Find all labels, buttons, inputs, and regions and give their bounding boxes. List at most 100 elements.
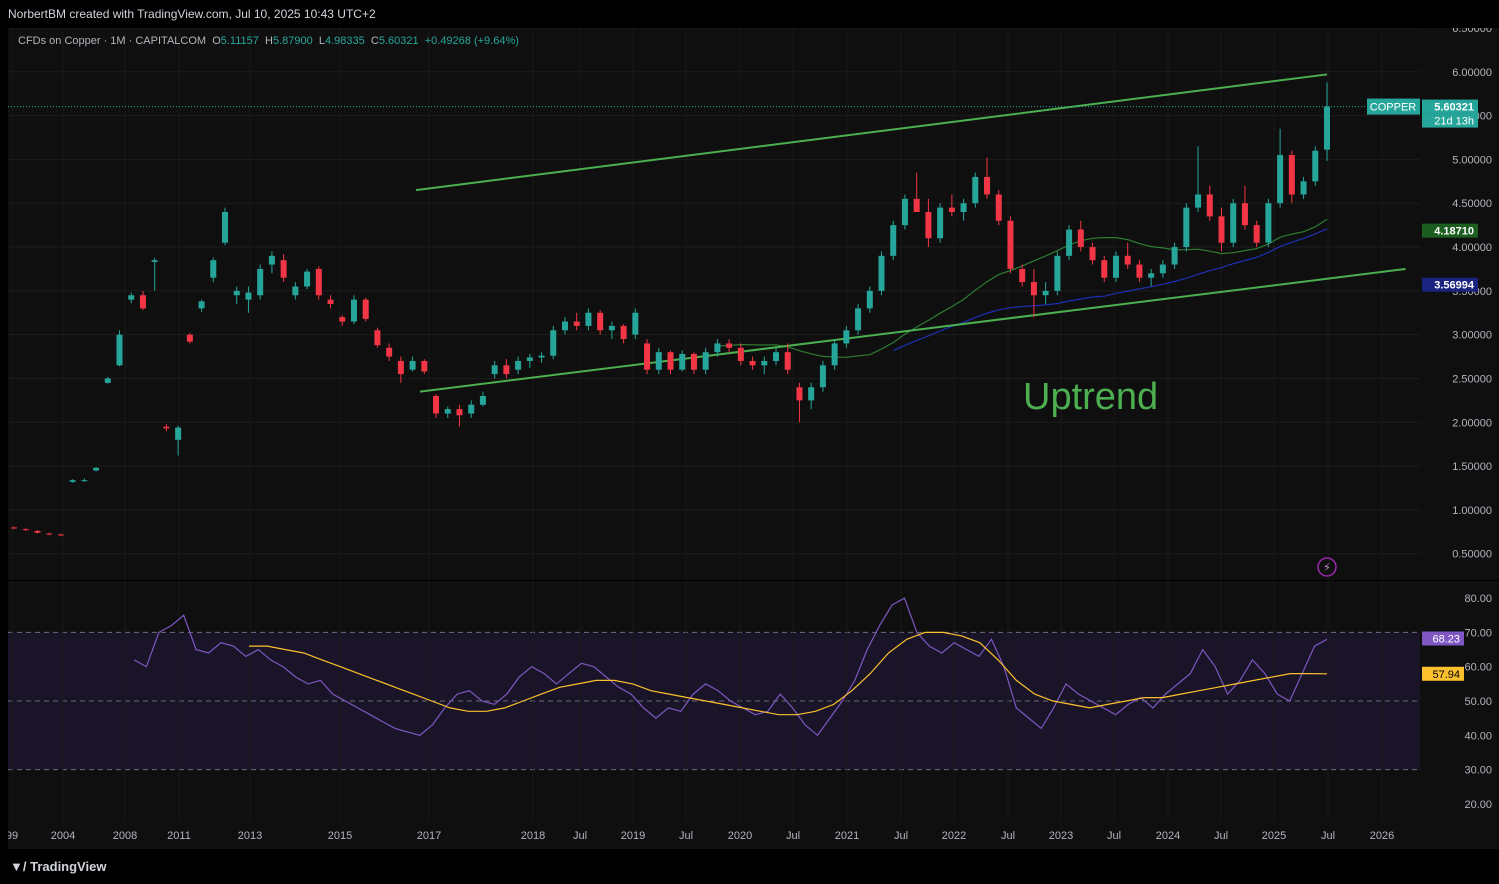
candle	[304, 268, 311, 290]
candle-body	[925, 212, 932, 239]
candle-body	[1136, 264, 1143, 278]
candle-body	[362, 299, 369, 319]
candle-body	[280, 260, 287, 278]
candle-body	[749, 360, 756, 366]
candle	[491, 360, 498, 379]
attribution-text: NorbertBM created with TradingView.com, …	[8, 7, 376, 21]
rsi-tick-label: 60.00	[1464, 662, 1492, 674]
copper-tag: COPPER	[1370, 102, 1417, 114]
candle-body	[808, 387, 815, 401]
candle	[222, 207, 229, 246]
candle-body	[304, 271, 311, 287]
candle	[116, 330, 123, 367]
price-chart[interactable]: Uptrend ⚡ COPPER	[8, 28, 1420, 580]
time-tick-label: Jul	[1214, 830, 1228, 842]
candle-body	[1054, 255, 1061, 291]
rsi-axis[interactable]: 20.00 30.00 40.00 50.00 60.00 70.00 80.00 68.23…	[1420, 581, 1499, 821]
candle-body	[34, 530, 41, 533]
candle-body	[667, 352, 674, 370]
candle-body	[69, 480, 76, 482]
candle	[1312, 146, 1319, 186]
time-axis[interactable]: 99 2004 2008 2011 2013 2015 2017 2018 Jul 2019 Jul…	[8, 821, 1499, 849]
candle	[1042, 282, 1049, 304]
footer: ▼/ TradingView	[0, 849, 1499, 884]
candle	[210, 257, 217, 283]
candle	[995, 190, 1002, 226]
candle	[1300, 176, 1307, 199]
candle	[1007, 216, 1014, 274]
candle-body	[327, 299, 334, 304]
candle-body	[339, 317, 346, 322]
legend-low: 4.98335	[324, 35, 365, 47]
time-tick-label: Jul	[1107, 830, 1121, 842]
candle	[1253, 220, 1260, 248]
candle-body	[702, 352, 709, 370]
candle-body	[93, 467, 100, 471]
candle-body	[503, 365, 510, 375]
candle	[1324, 82, 1330, 161]
candle	[1054, 251, 1061, 296]
candle	[608, 321, 615, 340]
last-price-label: 5.60321	[1434, 102, 1474, 114]
candle-body	[948, 207, 955, 212]
price-tick-label: 6.00000	[1452, 67, 1492, 79]
lightning-icon-glyph: ⚡	[1323, 562, 1331, 574]
candle-body	[690, 353, 697, 370]
candle	[526, 353, 533, 368]
candle-body	[1019, 268, 1026, 283]
channel-upper-line	[415, 73, 1328, 192]
candle	[667, 350, 674, 375]
legend-symbol: CFDs on Copper · 1M · CAPITALCOM	[18, 35, 207, 47]
price-tick-label: 3.00000	[1452, 330, 1492, 342]
candle-body	[163, 426, 170, 429]
candle	[292, 282, 299, 300]
price-axis[interactable]: 0.50000 1.00000 1.50000 2.00000 2.50000 3.000…	[1420, 28, 1499, 580]
candle	[421, 359, 428, 375]
candle-body	[550, 330, 557, 356]
price-tick-label: 2.00000	[1452, 417, 1492, 429]
candle	[1195, 146, 1202, 212]
candle	[808, 382, 815, 410]
price-tick-label: 1.50000	[1452, 461, 1492, 473]
candle	[773, 347, 780, 366]
candle	[1148, 268, 1155, 287]
time-tick-label: Jul	[573, 830, 587, 842]
candle-body	[409, 360, 416, 370]
candle	[855, 304, 862, 335]
candle	[1089, 242, 1096, 265]
candle	[479, 391, 486, 407]
candle	[538, 352, 545, 363]
candle-body	[386, 347, 393, 357]
candle-body	[268, 255, 275, 265]
candle	[890, 220, 897, 261]
price-tick-label: 5.00000	[1452, 154, 1492, 166]
candle	[984, 157, 991, 199]
candle	[913, 172, 920, 212]
candle	[515, 356, 522, 375]
candle-body	[937, 207, 944, 239]
uptrend-annotation: Uptrend	[1023, 376, 1158, 418]
candle-body	[397, 360, 404, 375]
rsi-tick-label: 70.00	[1464, 627, 1492, 639]
lightning-icon: ⚡	[1317, 557, 1337, 577]
rsi-pane[interactable]	[8, 581, 1420, 821]
candle-body	[855, 308, 862, 331]
candle	[362, 297, 369, 322]
rsi-chart[interactable]	[8, 581, 1420, 821]
candle	[163, 424, 170, 432]
candle-body	[620, 325, 627, 340]
price-pane[interactable]: Uptrend ⚡ COPPER	[8, 28, 1420, 580]
time-tick-label: 2022	[942, 830, 966, 842]
candle-body	[1206, 194, 1213, 217]
candle	[151, 257, 158, 291]
candle-body	[1312, 150, 1319, 182]
legend-h-label: H	[265, 35, 273, 47]
candle	[878, 251, 885, 296]
candle-body	[1101, 260, 1108, 278]
legend-c-label: C	[370, 35, 379, 47]
candle-body	[1171, 247, 1178, 265]
time-tick-label: 2004	[51, 830, 75, 842]
tradingview-logo[interactable]: ▼/ TradingView	[10, 859, 106, 874]
candle	[1277, 128, 1284, 208]
candle-body	[1183, 207, 1190, 248]
